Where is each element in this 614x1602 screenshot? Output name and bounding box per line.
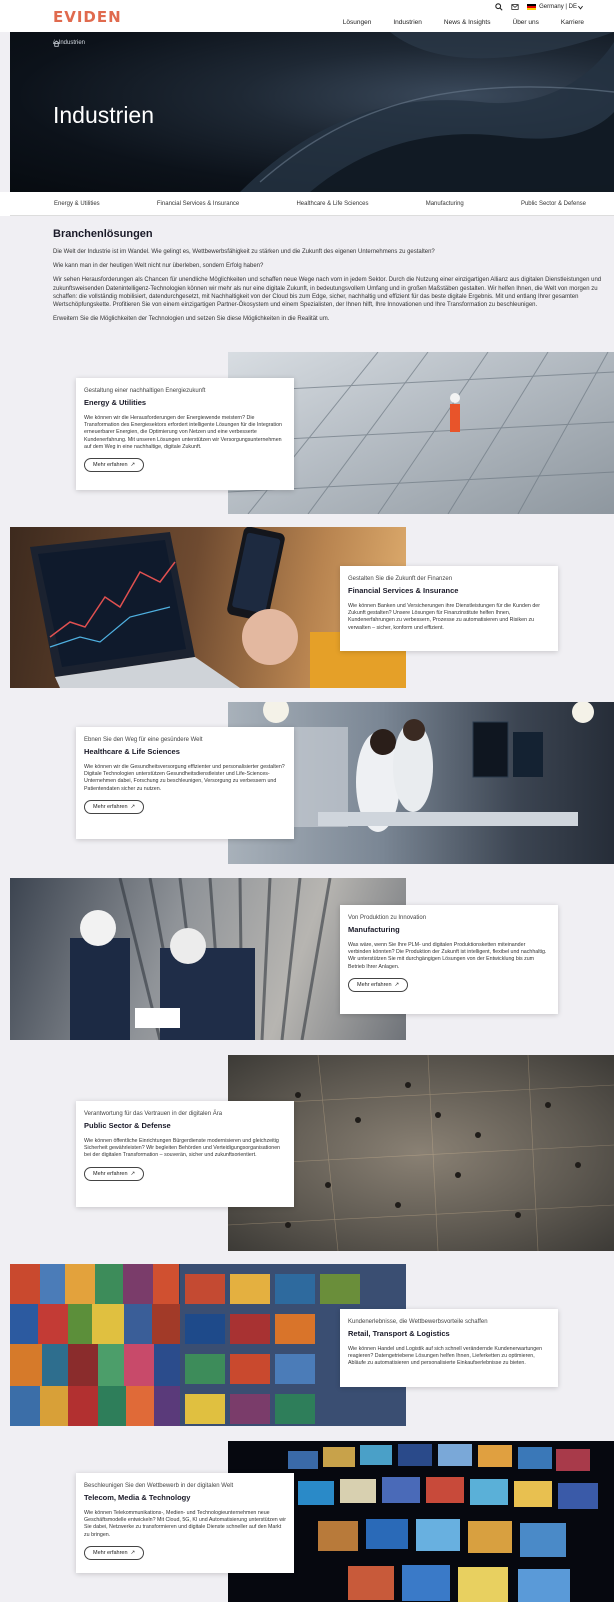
card-financial: Gestalten Sie die Zukunft der Finanzen F…: [340, 566, 558, 651]
home-icon[interactable]: [53, 40, 60, 47]
top-bar: EVIDEN Germany | DE Lösungen Industrien …: [0, 0, 614, 32]
tab-healthcare[interactable]: Healthcare & Life Sciences: [296, 201, 368, 207]
intro-paragraph-4: Erweitern Sie die Möglichkeiten der Tech…: [53, 316, 330, 323]
mehr-erfahren-button[interactable]: Mehr erfahren ↗: [84, 458, 145, 473]
card-title: Energy & Utilities: [84, 398, 147, 407]
external-link-icon: ↗: [130, 803, 136, 810]
external-link-icon: ↗: [130, 1549, 136, 1556]
external-link-icon: ↗: [130, 462, 136, 469]
utility-bar: Germany | DE: [495, 3, 584, 11]
breadcrumb: / Industrien: [53, 40, 86, 47]
card-title: Financial Services & Insurance: [348, 586, 459, 595]
external-link-icon: ↗: [394, 981, 400, 988]
mehr-erfahren-button[interactable]: Mehr erfahren ↗: [348, 977, 409, 992]
tab-public-sector[interactable]: Public Sector & Defense: [521, 201, 586, 207]
external-link-icon: ↗: [130, 1170, 136, 1177]
card-title: Manufacturing: [348, 925, 400, 934]
tab-financial[interactable]: Financial Services & Insurance: [157, 201, 239, 207]
page-title: Industrien: [53, 102, 155, 128]
search-icon[interactable]: [495, 3, 503, 11]
hero-banner: / Industrien Industrien: [10, 32, 614, 192]
country-selector[interactable]: Germany | DE: [527, 4, 584, 11]
nav-item-news[interactable]: News & Insights: [444, 19, 491, 26]
mail-icon[interactable]: [511, 3, 519, 11]
chevron-down-icon: [578, 5, 583, 10]
intro-paragraph-2: Wie kann man in der heutigen Welt nicht …: [53, 263, 264, 270]
intro-paragraph-3: Wir sehen Herausforderungen als Chancen …: [53, 277, 602, 309]
card-title: Telecom, Media & Technology: [84, 1493, 191, 1502]
card-telecom: Beschleunigen Sie den Wettbewerb in der …: [76, 1473, 294, 1573]
card-title: Public Sector & Defense: [84, 1121, 171, 1130]
card-healthcare: Ebnen Sie den Weg für eine gesündere Wel…: [76, 727, 294, 839]
eviden-logo[interactable]: EVIDEN: [53, 8, 122, 26]
tab-manufacturing[interactable]: Manufacturing: [426, 201, 464, 207]
intro-paragraph-1: Die Welt der Industrie ist im Wandel. Wi…: [53, 249, 435, 255]
card-energy: Gestaltung einer nachhaltigen Energiezuk…: [76, 378, 294, 490]
card-public-sector: Verantwortung für das Vertrauen in der d…: [76, 1101, 294, 1207]
tab-energy[interactable]: Energy & Utilities: [54, 201, 100, 207]
breadcrumb-current: Industrien: [58, 40, 86, 46]
mehr-erfahren-button[interactable]: Mehr erfahren ↗: [84, 1166, 145, 1181]
nav-item-loesungen[interactable]: Lösungen: [343, 19, 372, 26]
main-nav: Lösungen Industrien News & Insights Über…: [343, 19, 584, 26]
card-title: Retail, Transport & Logistics: [348, 1329, 450, 1338]
nav-item-ueber-uns[interactable]: Über uns: [513, 19, 539, 26]
card-manufacturing: Von Produktion zu Innovation Manufacturi…: [340, 905, 558, 1014]
industry-tabs: Energy & Utilities Financial Services & …: [0, 192, 614, 216]
germany-flag-icon: [527, 4, 537, 10]
nav-item-karriere[interactable]: Karriere: [561, 19, 584, 26]
mehr-erfahren-button[interactable]: Mehr erfahren ↗: [84, 799, 145, 814]
nav-item-industrien[interactable]: Industrien: [393, 19, 422, 26]
mehr-erfahren-button[interactable]: Mehr erfahren ↗: [84, 1545, 145, 1560]
card-title: Healthcare & Life Sciences: [84, 747, 180, 756]
intro-section: Branchenlösungen Die Welt der Industrie …: [53, 228, 608, 329]
section-title: Branchenlösungen: [53, 228, 153, 240]
card-retail: Kundenerlebnisse, die Wettbewerbsvorteil…: [340, 1309, 558, 1387]
